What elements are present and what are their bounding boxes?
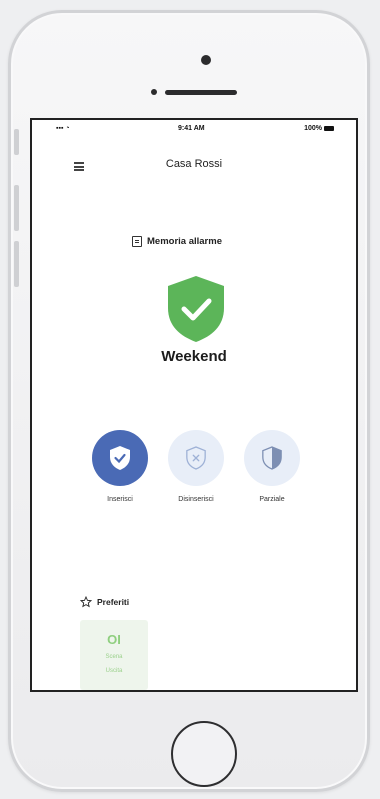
disarm-label: Disinserisci [178, 496, 214, 503]
scene-icon: OI [107, 632, 121, 647]
earpiece-speaker [165, 90, 237, 95]
scene-label-line1: Scena [105, 654, 123, 660]
status-bar: ▪▪▪ ◔ 9:41 AM 100% [32, 122, 356, 136]
shield-check-icon [110, 446, 130, 470]
volume-up-button [14, 185, 19, 231]
document-icon [132, 236, 142, 247]
favorite-scene-card[interactable]: OI Scena Uscita [80, 620, 148, 690]
front-camera [201, 55, 211, 65]
disarm-button[interactable]: Disinserisci [156, 430, 236, 503]
shield-x-icon [186, 446, 206, 470]
battery-icon [324, 126, 334, 131]
volume-down-button [14, 241, 19, 287]
arm-button[interactable]: Inserisci [80, 430, 160, 503]
active-mode-name: Weekend [161, 348, 227, 365]
page-title: Casa Rossi [165, 158, 223, 170]
partial-button[interactable]: Parziale [232, 430, 312, 503]
signal-indicator: ▪▪▪ ◔ [56, 125, 70, 132]
partial-label: Parziale [259, 496, 285, 503]
arm-circle [92, 430, 148, 486]
star-icon [80, 596, 92, 608]
scene-label-line2: Uscita [105, 668, 123, 674]
mute-switch [14, 129, 19, 155]
shield-half-icon [262, 446, 282, 470]
disarm-circle [168, 430, 224, 486]
status-time: 9:41 AM [178, 125, 205, 132]
battery-percent: 100% [304, 125, 322, 132]
alarm-memory-label: Memoria allarme [147, 236, 222, 247]
favorites-label: Preferiti [97, 597, 130, 607]
arm-label: Inserisci [107, 496, 133, 503]
favorites-header: Preferiti [80, 596, 129, 608]
shield-check-icon [168, 276, 224, 342]
alarm-memory-link[interactable]: Memoria allarme [132, 236, 222, 247]
app-screen: ▪▪▪ ◔ 9:41 AM 100% Casa Rossi Memoria al… [30, 118, 358, 692]
proximity-sensor [151, 89, 157, 95]
partial-circle [244, 430, 300, 486]
home-button[interactable] [171, 721, 237, 787]
